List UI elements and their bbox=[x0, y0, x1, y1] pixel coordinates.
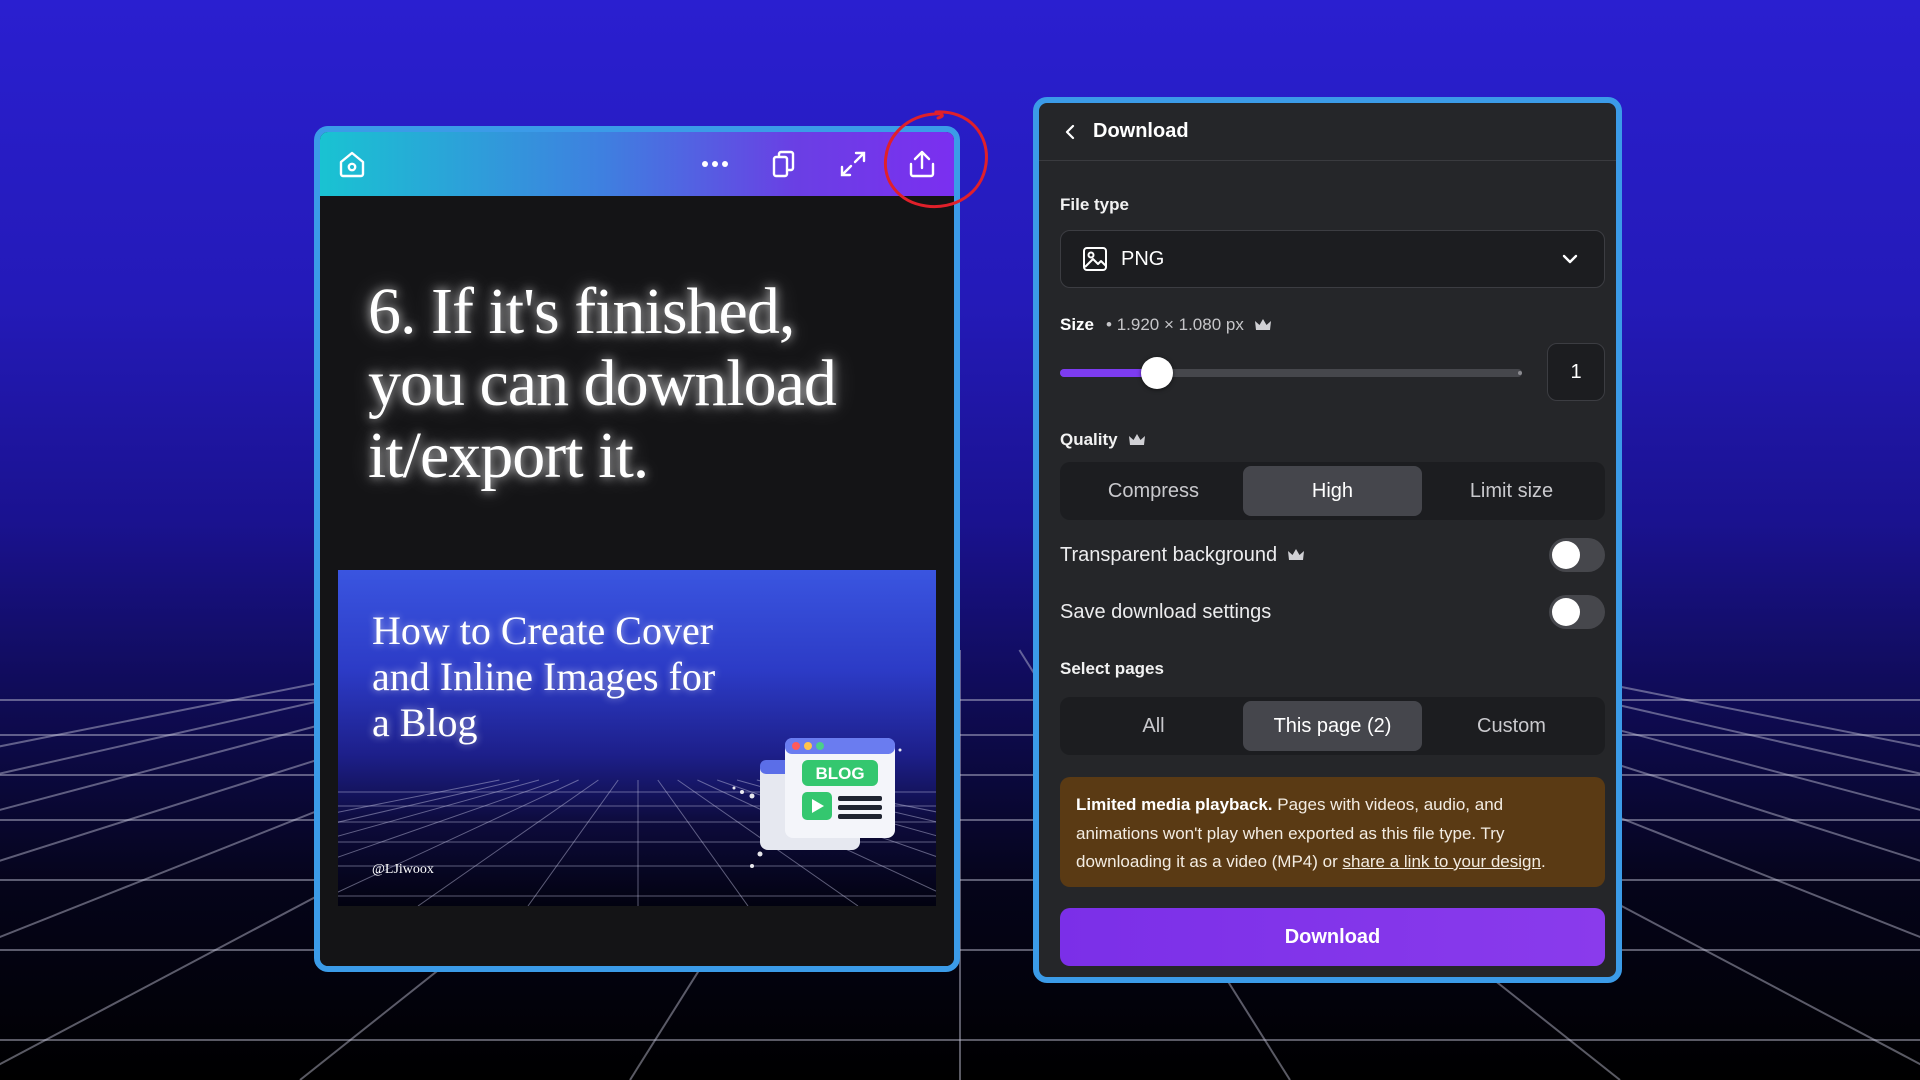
transparent-background-toggle[interactable] bbox=[1549, 538, 1605, 572]
select-pages-segmented-control: All This page (2) Custom bbox=[1060, 697, 1605, 755]
pages-option-all[interactable]: All bbox=[1064, 701, 1243, 751]
back-chevron-icon[interactable] bbox=[1061, 123, 1079, 141]
quality-segmented-control: Compress High Limit size bbox=[1060, 462, 1605, 520]
crown-icon bbox=[1254, 319, 1271, 330]
file-type-select[interactable]: PNG bbox=[1060, 230, 1605, 288]
blog-illustration: BLOG bbox=[732, 738, 902, 868]
notice-title: Limited media playback. bbox=[1076, 795, 1273, 814]
quality-option-compress[interactable]: Compress bbox=[1064, 466, 1243, 516]
design-preview-card: 6. If it's finished, you can download it… bbox=[314, 126, 960, 972]
slide-title: 6. If it's finished, you can download it… bbox=[368, 276, 928, 492]
file-type-label: File type bbox=[1060, 195, 1129, 214]
blog-badge: BLOG bbox=[815, 764, 864, 783]
panel-title: Download bbox=[1093, 120, 1189, 142]
share-link[interactable]: share a link to your design bbox=[1342, 852, 1540, 871]
quality-label-row: Quality bbox=[1060, 430, 1146, 450]
more-dots-icon[interactable] bbox=[695, 144, 735, 184]
grid-line bbox=[527, 779, 619, 906]
transparent-background-label: Transparent background bbox=[1060, 543, 1278, 566]
quality-option-limit-size[interactable]: Limit size bbox=[1422, 466, 1601, 516]
cover-title: How to Create Cover and Inline Images fo… bbox=[372, 608, 792, 746]
slide-title-line: you can download bbox=[368, 347, 837, 420]
download-panel: Download File type PNG Size • 1.920 × 1.… bbox=[1033, 97, 1622, 983]
image-icon bbox=[1083, 247, 1107, 271]
editor-toolbar bbox=[320, 132, 954, 196]
toggle-knob bbox=[1552, 598, 1580, 626]
save-settings-toggle[interactable] bbox=[1549, 595, 1605, 629]
transparent-background-row: Transparent background bbox=[1060, 538, 1605, 572]
crown-icon bbox=[1128, 434, 1145, 445]
size-label: Size bbox=[1060, 315, 1095, 334]
pages-option-custom[interactable]: Custom bbox=[1422, 701, 1601, 751]
highlight-circle-annotation bbox=[883, 110, 988, 209]
grid-line bbox=[338, 779, 559, 858]
save-settings-label: Save download settings bbox=[1060, 600, 1272, 623]
slide-title-line: it/export it. bbox=[368, 419, 649, 492]
quality-option-high[interactable]: High bbox=[1243, 466, 1422, 516]
size-row: Size • 1.920 × 1.080 px bbox=[1060, 315, 1272, 335]
slide-title-line: 6. If it's finished, bbox=[368, 275, 795, 348]
size-input[interactable]: 1 bbox=[1547, 343, 1605, 401]
file-type-value: PNG bbox=[1121, 247, 1165, 270]
size-dimensions: • 1.920 × 1.080 px bbox=[1106, 315, 1244, 334]
quality-label: Quality bbox=[1060, 430, 1118, 449]
grid-line bbox=[338, 779, 520, 823]
cover-title-line: a Blog bbox=[372, 700, 478, 745]
blog-cover-image: How to Create Cover and Inline Images fo… bbox=[338, 570, 936, 906]
cover-title-line: and Inline Images for bbox=[372, 654, 716, 699]
transparent-background-label-wrap: Transparent background bbox=[1060, 544, 1549, 567]
author-handle: @LJiwoox bbox=[372, 862, 434, 877]
size-slider-thumb[interactable] bbox=[1141, 357, 1174, 389]
slide-canvas: 6. If it's finished, you can download it… bbox=[320, 196, 954, 966]
slider-end-dot bbox=[1518, 371, 1522, 375]
chevron-down-icon bbox=[1562, 254, 1578, 264]
crown-icon bbox=[1288, 549, 1305, 560]
grid-line bbox=[417, 779, 599, 906]
cover-title-line: How to Create Cover bbox=[372, 608, 714, 653]
home-icon[interactable] bbox=[332, 144, 372, 184]
panel-header: Download bbox=[1039, 103, 1616, 161]
notice-end: . bbox=[1540, 852, 1546, 871]
pages-option-this-page[interactable]: This page (2) bbox=[1243, 701, 1422, 751]
duplicate-icon[interactable] bbox=[764, 144, 804, 184]
save-settings-label-wrap: Save download settings bbox=[1060, 601, 1549, 624]
grid-line bbox=[338, 779, 579, 893]
grid-line bbox=[338, 779, 500, 813]
save-settings-row: Save download settings bbox=[1060, 595, 1605, 629]
size-slider[interactable] bbox=[1060, 357, 1522, 389]
select-pages-label: Select pages bbox=[1060, 659, 1164, 678]
media-playback-notice: Limited media playback. Pages with video… bbox=[1060, 777, 1605, 887]
download-button[interactable]: Download bbox=[1060, 908, 1605, 966]
fullscreen-icon[interactable] bbox=[833, 144, 873, 184]
toggle-knob bbox=[1552, 541, 1580, 569]
